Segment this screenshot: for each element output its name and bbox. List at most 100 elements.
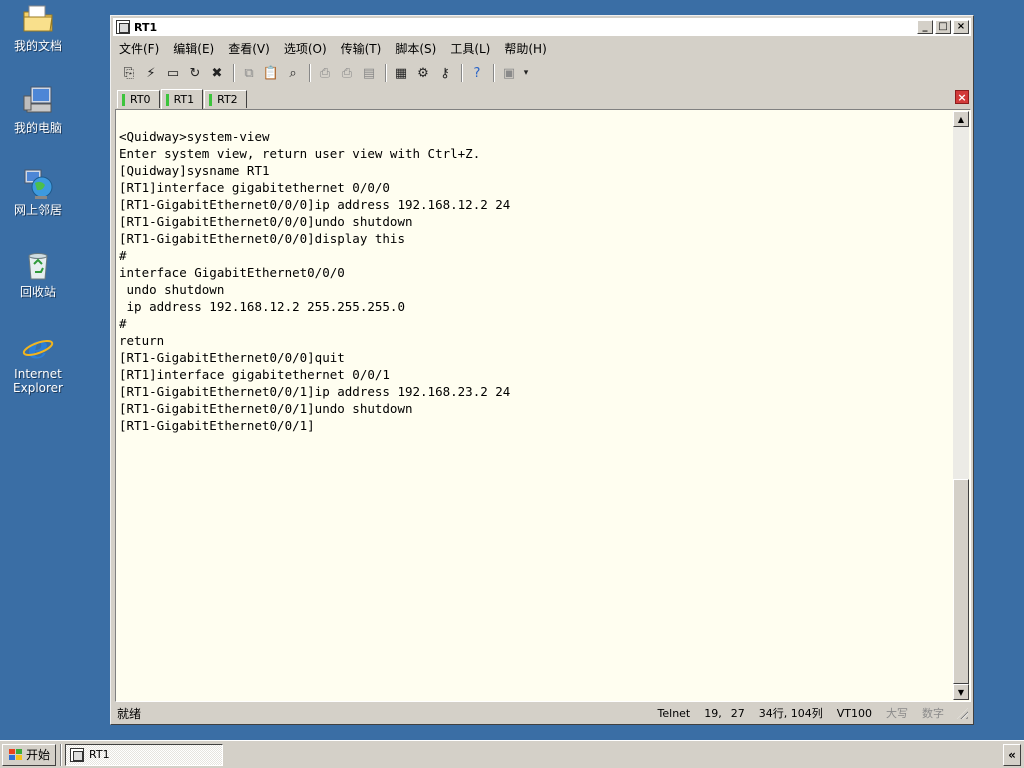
copy-icon[interactable]: ⧉ bbox=[239, 63, 259, 83]
help-icon[interactable]: ? bbox=[467, 63, 487, 83]
desktop-icon-label: Internet Explorer bbox=[13, 367, 63, 395]
print-selection-icon[interactable]: ⎙ bbox=[337, 63, 357, 83]
terminal-output[interactable]: <Quidway>system-view Enter system view, r… bbox=[119, 112, 952, 699]
terminal-line: # bbox=[119, 248, 127, 263]
scroll-down-arrow-icon[interactable]: ▼ bbox=[953, 684, 969, 700]
desktop-icon-label: 回收站 bbox=[19, 285, 56, 299]
print-icon[interactable]: ⎙ bbox=[315, 63, 335, 83]
window-title: RT1 bbox=[134, 20, 158, 34]
terminal-line: [RT1-GigabitEthernet0/0/1]ip address 192… bbox=[119, 384, 511, 399]
menu-help[interactable]: 帮助(H) bbox=[504, 40, 546, 57]
scrollbar-thumb[interactable] bbox=[953, 479, 969, 684]
toolbar-dropdown-icon[interactable]: ▾ bbox=[521, 63, 531, 83]
terminal-line: <Quidway>system-view bbox=[119, 129, 270, 144]
menu-bar: 文件(F) 编辑(E) 查看(V) 选项(O) 传输(T) 脚本(S) 工具(L… bbox=[113, 38, 971, 58]
desktop-icon-label: 网上邻居 bbox=[13, 203, 62, 217]
tab-rt2[interactable]: RT2 bbox=[204, 90, 247, 108]
terminal-area[interactable]: <Quidway>system-view Enter system view, r… bbox=[115, 109, 971, 702]
maximize-button[interactable]: □ bbox=[935, 20, 951, 34]
printer-icon[interactable]: ▤ bbox=[359, 63, 379, 83]
find-icon[interactable]: ⌕ bbox=[283, 63, 303, 83]
tab-rt0[interactable]: RT0 bbox=[117, 90, 160, 108]
terminal-window[interactable]: RT1 _ □ × 文件(F) 编辑(E) 查看(V) 选项(O) 传输(T) … bbox=[110, 15, 974, 725]
status-ready: 就绪 bbox=[117, 706, 142, 721]
taskbar-item-label: RT1 bbox=[89, 748, 110, 761]
terminal-line: # bbox=[119, 316, 127, 331]
taskbar: 开始 RT1 « bbox=[0, 740, 1024, 768]
tab-connected-marker bbox=[165, 93, 169, 106]
desktop-icon-label: 我的文档 bbox=[13, 39, 62, 53]
close-tab-button[interactable]: × bbox=[955, 90, 969, 104]
menu-edit[interactable]: 编辑(E) bbox=[173, 40, 214, 57]
toolbar: ⎘ ⚡ ▭ ↻ ✖ ⧉ 📋 ⌕ ⎙ ⎙ ▤ ▦ ⚙ ⚷ ? ▣ ▾ bbox=[115, 60, 971, 86]
status-emulation: VT100 bbox=[836, 706, 872, 720]
terminal-line: undo shutdown bbox=[119, 282, 225, 297]
terminal-line: interface GigabitEthernet0/0/0 bbox=[119, 265, 345, 280]
status-num-lock: 数字 bbox=[922, 707, 944, 720]
close-button[interactable]: × bbox=[953, 20, 969, 34]
app-window-icon bbox=[70, 747, 85, 762]
desktop-icon-internet-explorer[interactable]: e Internet Explorer bbox=[0, 328, 76, 395]
svg-text:e: e bbox=[28, 330, 48, 364]
recycle-bin-icon bbox=[21, 248, 55, 282]
desktop-icon-network-places[interactable]: 网上邻居 bbox=[0, 166, 76, 217]
connect-icon[interactable]: ⎘ bbox=[119, 63, 139, 83]
quick-connect-icon[interactable]: ⚡ bbox=[141, 63, 161, 83]
menu-transfer[interactable]: 传输(T) bbox=[341, 40, 382, 57]
desktop-icon-my-documents[interactable]: 我的文档 bbox=[0, 2, 76, 53]
folder-icon bbox=[21, 2, 55, 36]
toolbar-separator bbox=[385, 64, 387, 82]
toolbar-separator bbox=[309, 64, 311, 82]
window-titlebar[interactable]: RT1 _ □ × bbox=[113, 18, 971, 36]
terminal-line: [RT1-GigabitEthernet0/0/0]undo shutdown bbox=[119, 214, 413, 229]
desktop-icon-label: 我的电脑 bbox=[13, 121, 62, 135]
menu-view[interactable]: 查看(V) bbox=[228, 40, 270, 57]
keymap-icon[interactable]: ▣ bbox=[499, 63, 519, 83]
terminal-line: Enter system view, return user view with… bbox=[119, 146, 481, 161]
taskbar-separator bbox=[60, 743, 63, 766]
session-tabs: RT0 RT1 RT2 × bbox=[115, 88, 969, 109]
menu-file[interactable]: 文件(F) bbox=[119, 40, 159, 57]
toolbar-separator bbox=[461, 64, 463, 82]
terminal-line: [Quidway]sysname RT1 bbox=[119, 163, 270, 178]
vertical-scrollbar[interactable]: ▲ ▼ bbox=[953, 111, 969, 700]
menu-script[interactable]: 脚本(S) bbox=[395, 40, 436, 57]
session-options-icon[interactable]: ▦ bbox=[391, 63, 411, 83]
global-options-icon[interactable]: ⚙ bbox=[413, 63, 433, 83]
paste-icon[interactable]: 📋 bbox=[261, 63, 281, 83]
tab-rt1[interactable]: RT1 bbox=[160, 89, 204, 109]
desktop-icon-recycle-bin[interactable]: 回收站 bbox=[0, 248, 76, 299]
windows-logo-icon bbox=[8, 748, 23, 761]
terminal-line: [RT1-GigabitEthernet0/0/0]display this bbox=[119, 231, 405, 246]
tab-connected-marker bbox=[209, 93, 213, 106]
menu-tools[interactable]: 工具(L) bbox=[450, 40, 490, 57]
menu-options[interactable]: 选项(O) bbox=[284, 40, 327, 57]
reconnect-icon[interactable]: ↻ bbox=[185, 63, 205, 83]
toolbar-separator bbox=[233, 64, 235, 82]
tab-connected-marker bbox=[122, 93, 125, 106]
taskbar-item-rt1[interactable]: RT1 bbox=[65, 743, 224, 766]
resize-grip-icon[interactable] bbox=[955, 706, 969, 720]
tab-label: RT0 bbox=[130, 93, 151, 106]
tray-expand-button[interactable]: « bbox=[1003, 744, 1021, 766]
tab-label: RT2 bbox=[217, 93, 238, 106]
status-caps-lock: 大写 bbox=[886, 707, 908, 720]
app-window-icon bbox=[116, 20, 130, 34]
key-icon[interactable]: ⚷ bbox=[435, 63, 455, 83]
network-globe-icon bbox=[21, 166, 55, 200]
computer-icon bbox=[21, 84, 55, 118]
status-bar: 就绪 Telnet 19, 27 34行, 104列 VT100 大写 数字 bbox=[115, 704, 969, 722]
terminal-line: [RT1]interface gigabitethernet 0/0/1 bbox=[119, 367, 390, 382]
tab-label: RT1 bbox=[173, 93, 195, 106]
terminal-line: return bbox=[119, 333, 165, 348]
disconnect-icon[interactable]: ✖ bbox=[207, 63, 227, 83]
start-button[interactable]: 开始 bbox=[2, 743, 57, 766]
terminal-line: [RT1-GigabitEthernet0/0/0]quit bbox=[119, 350, 345, 365]
terminal-line: [RT1]interface gigabitethernet 0/0/0 bbox=[119, 180, 390, 195]
terminal-line: [RT1-GigabitEthernet0/0/1] bbox=[119, 418, 315, 433]
minimize-button[interactable]: _ bbox=[917, 20, 933, 34]
connect-tab-icon[interactable]: ▭ bbox=[163, 63, 183, 83]
scroll-up-arrow-icon[interactable]: ▲ bbox=[953, 111, 969, 127]
desktop-icon-my-computer[interactable]: 我的电脑 bbox=[0, 84, 76, 135]
status-terminal-size: 34行, 104列 bbox=[758, 707, 823, 720]
